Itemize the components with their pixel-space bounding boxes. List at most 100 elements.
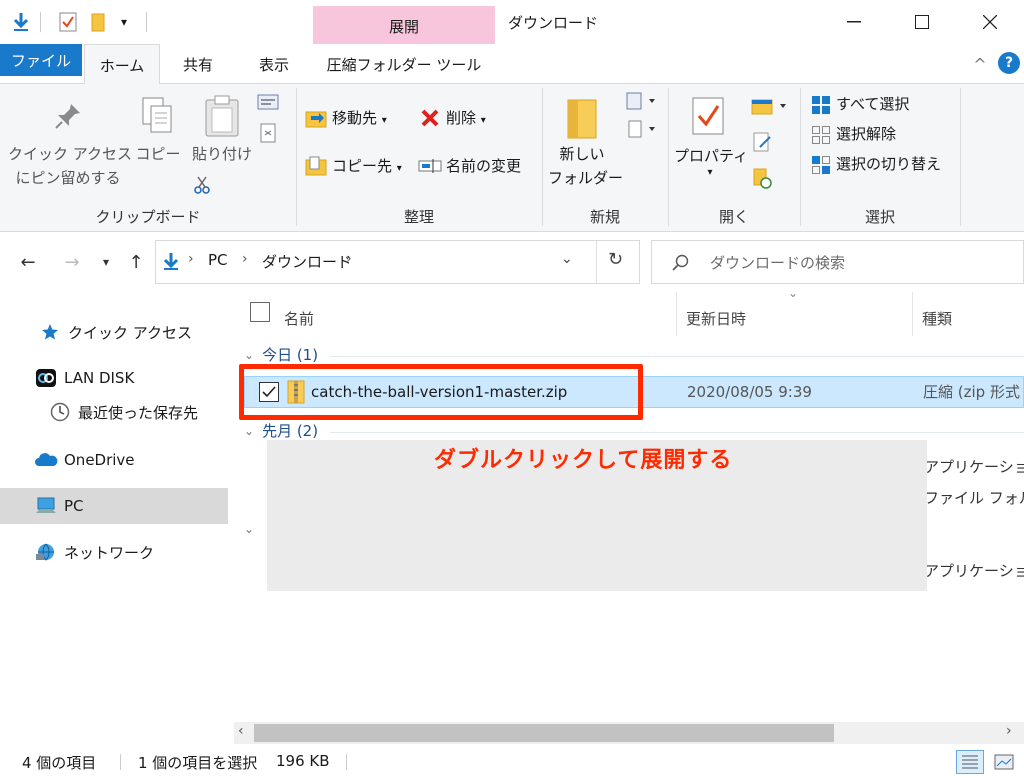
group-header-last-month[interactable]: ⌄ 先月 (2) [244,420,318,441]
sidebar-item-label: 最近使った保存先 [78,403,199,422]
new-folder-icon [562,92,602,142]
maximize-button[interactable] [888,0,956,44]
move-to-icon [304,106,328,130]
column-header-type[interactable]: 種類 [922,300,952,336]
sort-chevron-icon: ⌄ [788,292,799,300]
group-label-organize: 整理 [403,208,434,226]
tab-share[interactable]: 共有 [162,44,234,84]
breadcrumb-downloads[interactable]: ダウンロード [262,251,352,272]
rename-button[interactable]: 名前の変更 [446,154,521,178]
status-divider [120,754,121,770]
sidebar-item-recent[interactable]: 最近使った保存先 [0,394,228,430]
copy-button[interactable]: コピー [134,142,182,166]
column-header-date[interactable]: 更新日時 [686,300,746,336]
copy-path-icon[interactable] [258,122,278,144]
properties-quick-icon[interactable] [56,10,80,34]
recent-locations-icon[interactable]: ▾ [92,248,120,276]
clock-icon [48,400,72,424]
refresh-icon[interactable]: ↻ [608,249,623,270]
file-list: 名前 ⌄ 更新日時 種類 ⌄ 今日 (1) catch-the-ball-ver… [234,292,1024,722]
rename-icon [418,154,442,178]
history-icon[interactable] [750,166,774,190]
details-view-icon[interactable] [956,750,984,774]
scroll-left-icon[interactable]: ‹ [238,723,244,739]
column-header-name[interactable]: 名前 [284,300,314,336]
scissors-icon[interactable] [192,174,212,196]
properties-icon [688,94,728,138]
sidebar-item-pc[interactable]: PC [0,488,228,524]
sidebar-item-label: OneDrive [64,451,135,469]
minimize-button[interactable] [820,0,888,44]
pin-quick-access-button[interactable]: クイック アクセス にピン留めする [8,142,132,190]
sidebar-item-network[interactable]: ネットワーク [0,534,228,570]
quick-access-download-icon[interactable] [8,10,34,34]
tab-view[interactable]: 表示 [238,44,310,84]
context-tab-group-label: 展開 [388,18,419,36]
forward-arrow-icon[interactable]: → [58,248,86,276]
paste-button[interactable]: 貼り付け [190,142,254,166]
group-label-clipboard: クリップボード [95,208,201,226]
lan-disk-icon [34,366,58,390]
invert-selection-button[interactable]: 選択の切り替え [836,152,941,176]
back-arrow-icon[interactable]: ← [14,248,42,276]
new-item-icon[interactable] [620,90,660,112]
address-bar[interactable]: › PC › ダウンロード › ⌄ ↻ [155,240,640,284]
tab-compressed-folder-tools[interactable]: 圧縮フォルダー ツール [313,44,495,84]
open-icon[interactable] [748,94,790,118]
horizontal-scrollbar[interactable]: ‹ › [234,722,1024,744]
column-divider[interactable] [912,292,913,336]
delete-label: 削除 [446,109,477,127]
close-button[interactable] [956,0,1024,44]
new-folder-label-line1: 新しい [559,145,605,163]
sidebar-item-quick-access[interactable]: クイック アクセス [0,314,228,350]
tab-home[interactable]: ホーム [84,44,160,85]
group-header-collapsed[interactable]: ⌄ [244,522,254,536]
up-arrow-icon[interactable]: ↑ [122,248,150,276]
sidebar-item-label: クイック アクセス [68,323,193,342]
sidebar-item-label: ネットワーク [64,543,155,562]
annotation-highlight-box [239,364,643,420]
horizontal-scroll-thumb[interactable] [254,724,834,742]
sidebar-item-lan-disk[interactable]: LAN DISK [0,360,228,396]
pc-icon [34,494,58,518]
move-to-label: 移動先 [332,109,378,127]
move-to-button[interactable]: 移動先 ▾ [332,106,387,133]
minimize-icon [847,21,861,23]
copy-to-button[interactable]: コピー先 ▾ [332,154,402,181]
address-dropdown-icon[interactable]: ⌄ [561,251,573,267]
edit-icon[interactable] [750,130,774,154]
status-divider [346,754,347,770]
ribbon-collapse-icon[interactable]: ^ [968,52,992,76]
download-folder-icon [162,252,180,276]
pin-label-line2: にピン留めする [15,169,121,187]
new-folder-button[interactable]: 新しい フォルダー [548,142,623,190]
address-divider [596,241,597,283]
copy-to-icon [304,154,328,178]
customize-quick-access-icon[interactable]: ▾ [114,10,134,34]
ribbon-divider [960,88,961,226]
group-header-today[interactable]: ⌄ 今日 (1) [244,344,318,365]
breadcrumb-pc[interactable]: PC [208,251,228,269]
sidebar-item-onedrive[interactable]: OneDrive [0,442,228,478]
tab-file[interactable]: ファイル [0,44,82,76]
delete-icon [418,106,442,130]
large-icons-view-icon[interactable] [990,750,1018,774]
new-folder-quick-icon[interactable] [86,10,110,34]
select-none-button[interactable]: 選択解除 [836,122,896,146]
select-all-button[interactable]: すべて選択 [836,92,909,116]
easy-access-icon[interactable] [620,118,660,140]
group-label-select: 選択 [864,208,895,226]
search-box[interactable]: ダウンロードの検索 [651,240,1024,284]
help-icon[interactable]: ? [998,52,1020,74]
sidebar-item-label: LAN DISK [64,369,135,387]
file-type: 圧縮 (zip 形式 [923,383,1020,401]
search-icon [672,254,689,271]
select-all-checkbox[interactable] [250,302,270,322]
scroll-right-icon[interactable]: › [1006,723,1012,739]
delete-button[interactable]: 削除 ▾ [446,106,486,133]
group-label-open: 開く [718,208,749,226]
column-divider[interactable] [676,292,677,336]
cut-icon-small[interactable] [256,92,280,112]
properties-button[interactable]: プロパティ ▾ [674,144,748,178]
file-date: 2020/08/05 9:39 [687,383,812,401]
